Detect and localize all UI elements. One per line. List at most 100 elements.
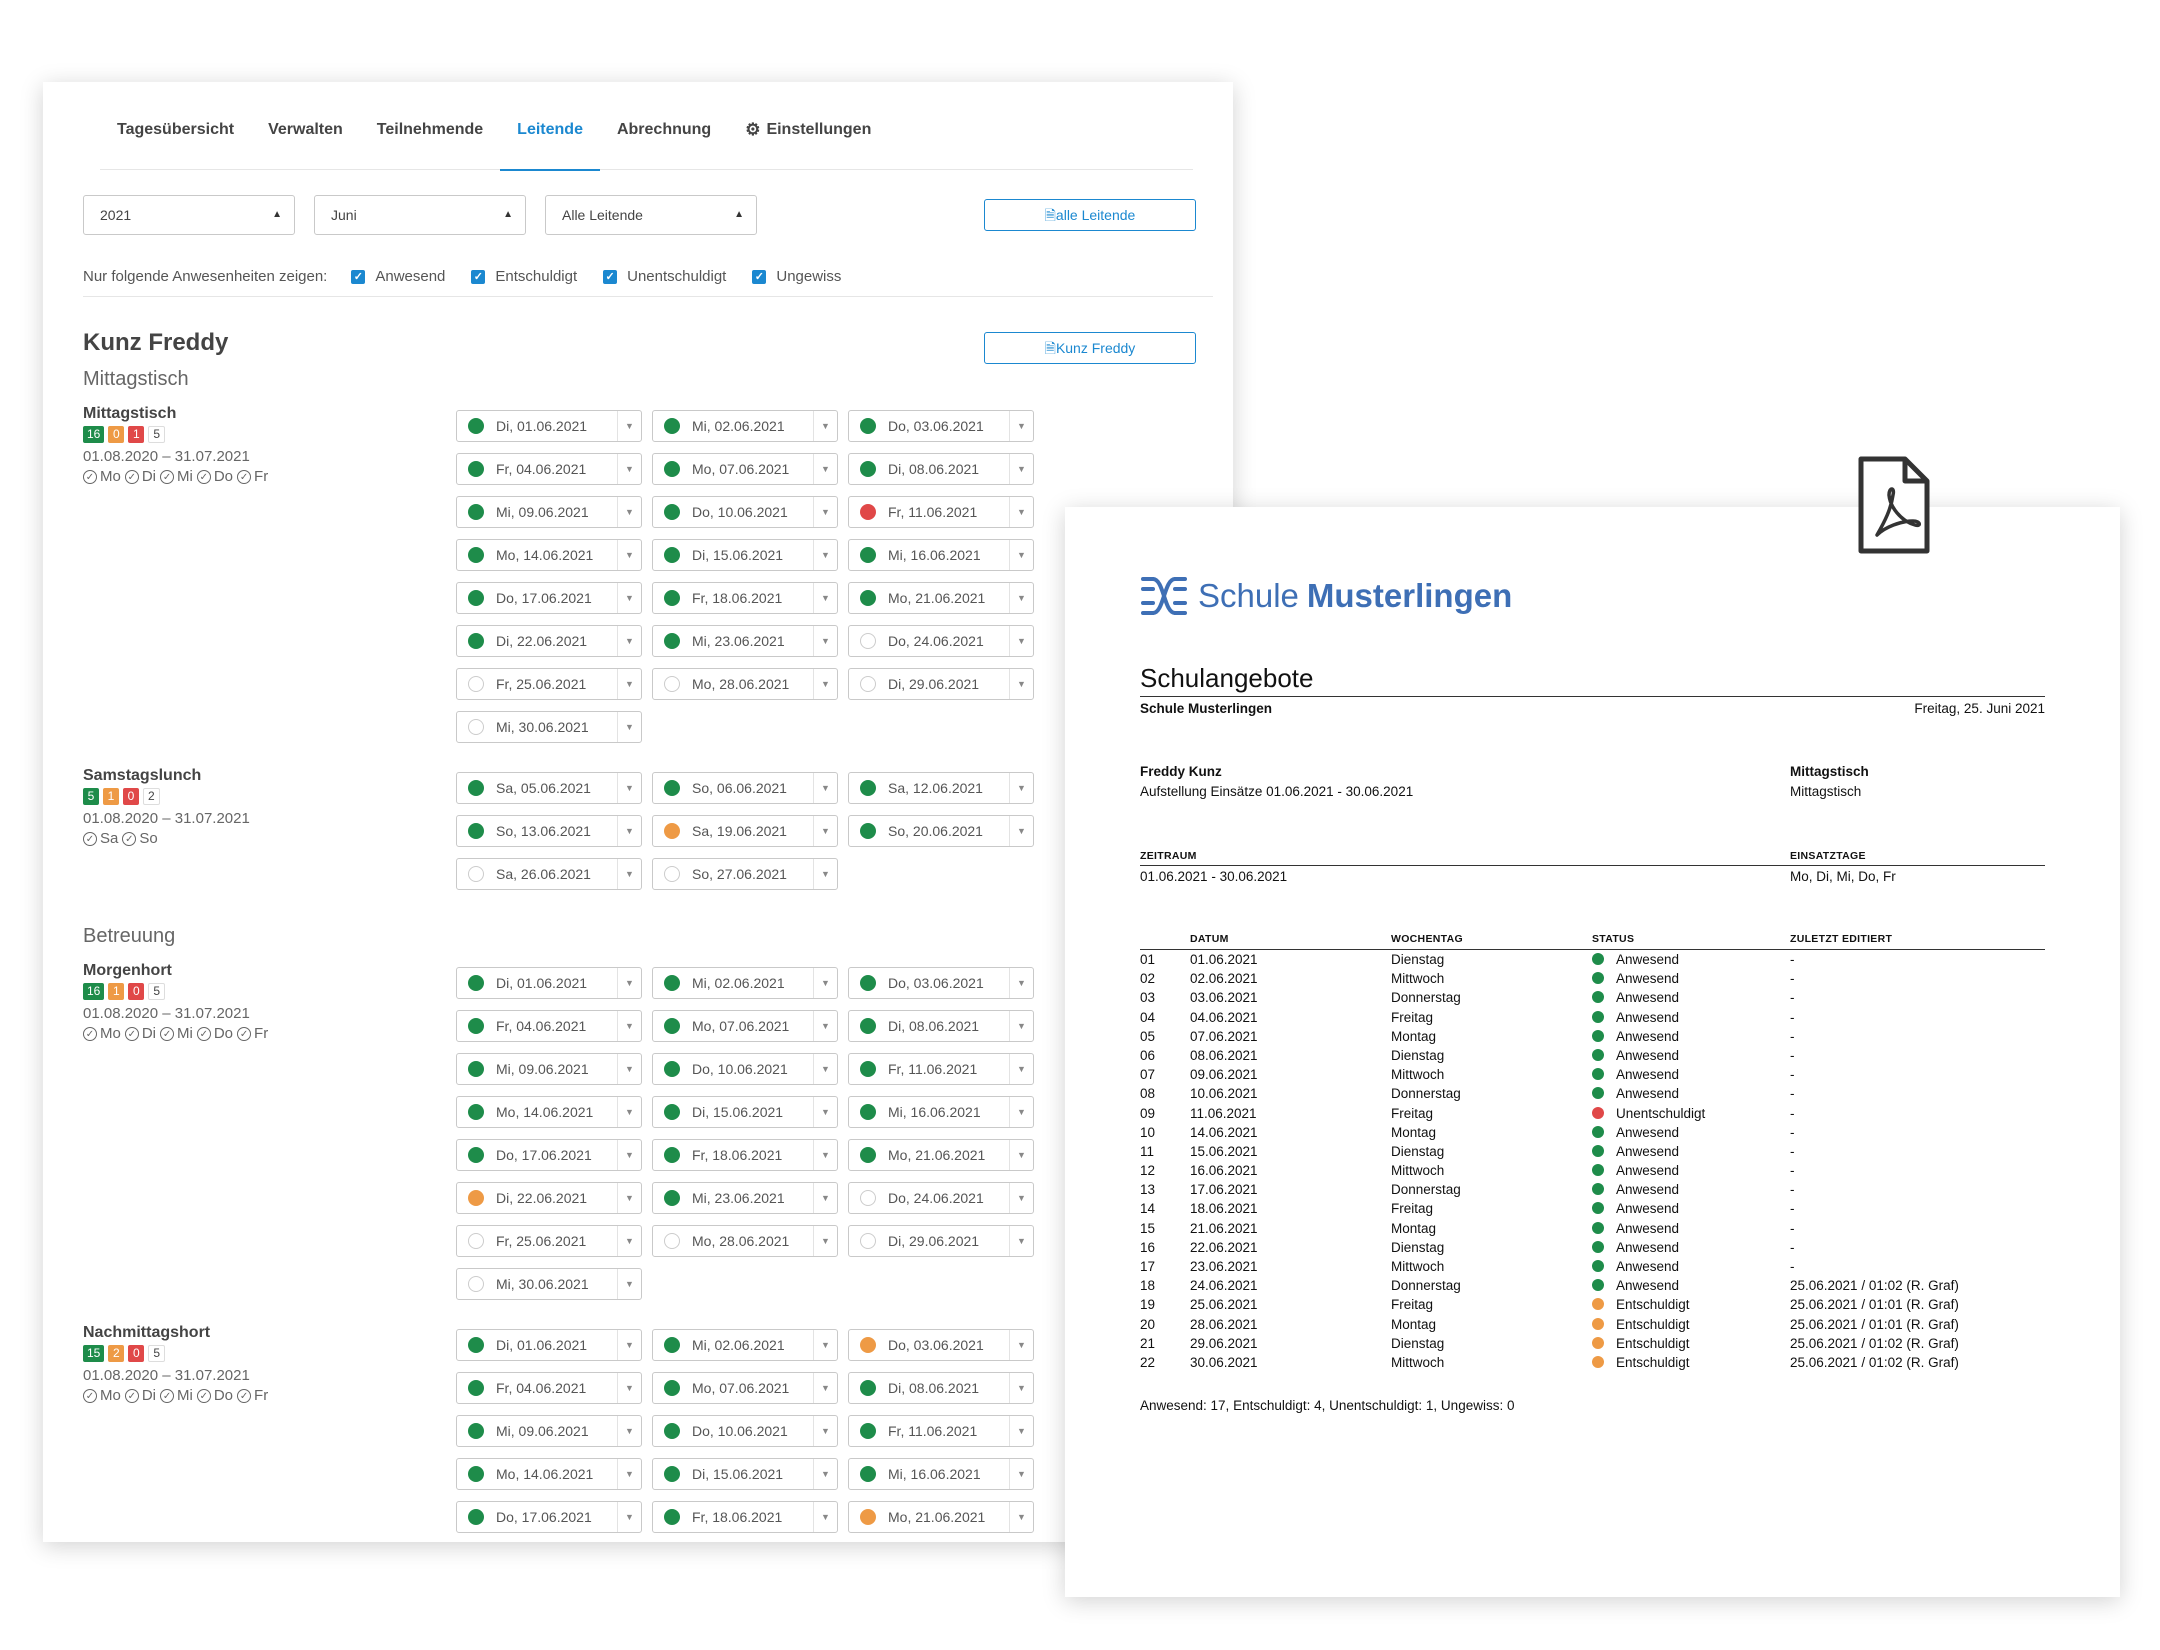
attendance-date-select[interactable]: Fr, 11.06.2021 ▼: [848, 1053, 1034, 1085]
row-status: Anwesend: [1592, 1029, 1679, 1044]
attendance-date-select[interactable]: Sa, 12.06.2021 ▼: [848, 772, 1034, 804]
chevron-down-icon: ▼: [1009, 1502, 1033, 1532]
tab-teilnehmende[interactable]: Teilnehmende: [360, 110, 500, 170]
attendance-date-select[interactable]: Mo, 21.06.2021 ▼: [848, 1501, 1034, 1533]
attendance-date-select[interactable]: Mo, 28.06.2021 ▼: [652, 1225, 838, 1257]
tab-tagesuebersicht[interactable]: Tagesübersicht: [100, 110, 251, 170]
title-divider: [1140, 696, 2045, 697]
tab-leitende[interactable]: Leitende: [500, 110, 600, 171]
tab-verwalten[interactable]: Verwalten: [251, 110, 360, 170]
attendance-date-select[interactable]: Mi, 02.06.2021 ▼: [652, 410, 838, 442]
attendance-date-select[interactable]: Di, 08.06.2021 ▼: [848, 1372, 1034, 1404]
attendance-date-select[interactable]: Fr, 18.06.2021 ▼: [652, 1501, 838, 1533]
status-dot-icon: [664, 866, 680, 882]
chevron-down-icon: ▼: [813, 454, 837, 484]
attendance-date-select[interactable]: Do, 03.06.2021 ▼: [848, 410, 1034, 442]
attendance-date-select[interactable]: So, 27.06.2021 ▼: [652, 858, 838, 890]
filter-checkbox-ungewiss[interactable]: ✓ Ungewiss: [752, 267, 841, 287]
attendance-date-select[interactable]: Di, 29.06.2021 ▼: [848, 1225, 1034, 1257]
status-dot-icon: [1592, 1279, 1604, 1292]
attendance-date-select[interactable]: Fr, 25.06.2021 ▼: [456, 1225, 642, 1257]
attendance-date-select[interactable]: Di, 15.06.2021 ▼: [652, 1458, 838, 1490]
status-dot-icon: [468, 975, 484, 991]
attendance-date-select[interactable]: Mi, 09.06.2021 ▼: [456, 496, 642, 528]
attendance-date-select[interactable]: Do, 17.06.2021 ▼: [456, 1139, 642, 1171]
weekday-label: Mi: [177, 1025, 193, 1042]
attendance-date-select[interactable]: Sa, 19.06.2021 ▼: [652, 815, 838, 847]
attendance-date-select[interactable]: Fr, 11.06.2021 ▼: [848, 496, 1034, 528]
attendance-date-select[interactable]: Di, 01.06.2021 ▼: [456, 967, 642, 999]
date-label: Fr, 11.06.2021: [888, 1061, 978, 1077]
attendance-date-select[interactable]: Fr, 18.06.2021 ▼: [652, 582, 838, 614]
attendance-date-select[interactable]: Fr, 18.06.2021 ▼: [652, 1139, 838, 1171]
attendance-date-select[interactable]: Mi, 09.06.2021 ▼: [456, 1415, 642, 1447]
weekday-label: Fr: [254, 1025, 269, 1042]
table-row: 03 03.06.2021 Donnerstag Anwesend -: [1140, 990, 2045, 1009]
attendance-date-select[interactable]: Mi, 16.06.2021 ▼: [848, 1096, 1034, 1128]
leader-select[interactable]: Alle Leitende ▲: [545, 195, 757, 235]
attendance-date-select[interactable]: Do, 03.06.2021 ▼: [848, 967, 1034, 999]
attendance-date-select[interactable]: Fr, 25.06.2021 ▼: [456, 668, 642, 700]
attendance-date-select[interactable]: Mo, 07.06.2021 ▼: [652, 1010, 838, 1042]
attendance-date-select[interactable]: Do, 17.06.2021 ▼: [456, 582, 642, 614]
attendance-date-select[interactable]: Mi, 30.06.2021 ▼: [456, 711, 642, 743]
attendance-date-select[interactable]: Mo, 28.06.2021 ▼: [652, 668, 838, 700]
attendance-date-select[interactable]: Fr, 04.06.2021 ▼: [456, 453, 642, 485]
attendance-date-select[interactable]: Mi, 02.06.2021 ▼: [652, 1329, 838, 1361]
attendance-date-select[interactable]: Do, 17.06.2021 ▼: [456, 1501, 642, 1533]
attendance-date-select[interactable]: Mi, 23.06.2021 ▼: [652, 1182, 838, 1214]
attendance-date-select[interactable]: Do, 24.06.2021 ▼: [848, 1182, 1034, 1214]
attendance-date-select[interactable]: Fr, 04.06.2021 ▼: [456, 1010, 642, 1042]
attendance-date-select[interactable]: Do, 03.06.2021 ▼: [848, 1329, 1034, 1361]
attendance-date-select[interactable]: Di, 01.06.2021 ▼: [456, 410, 642, 442]
attendance-date-select[interactable]: Di, 01.06.2021 ▼: [456, 1329, 642, 1361]
tab-abrechnung[interactable]: Abrechnung: [600, 110, 728, 170]
status-dot-icon: [664, 975, 680, 991]
attendance-date-select[interactable]: Mo, 07.06.2021 ▼: [652, 453, 838, 485]
filter-checkbox-anwesend[interactable]: ✓ Anwesend: [351, 267, 445, 287]
attendance-date-select[interactable]: Di, 29.06.2021 ▼: [848, 668, 1034, 700]
month-select[interactable]: Juni ▲: [314, 195, 526, 235]
attendance-date-select[interactable]: Do, 10.06.2021 ▼: [652, 1415, 838, 1447]
attendance-date-select[interactable]: Di, 22.06.2021 ▼: [456, 625, 642, 657]
attendance-date-select[interactable]: Di, 22.06.2021 ▼: [456, 1182, 642, 1214]
pdf-all-leaders-button[interactable]: 🗎alle Leitende: [984, 199, 1196, 231]
date-label: Do, 10.06.2021: [692, 1423, 788, 1439]
attendance-date-select[interactable]: Mo, 14.06.2021 ▼: [456, 1458, 642, 1490]
attendance-date-select[interactable]: Sa, 26.06.2021 ▼: [456, 858, 642, 890]
year-select[interactable]: 2021 ▲: [83, 195, 295, 235]
status-dot-icon: [664, 633, 680, 649]
row-status-label: Anwesend: [1616, 952, 1680, 967]
attendance-date-select[interactable]: Mi, 09.06.2021 ▼: [456, 1053, 642, 1085]
attendance-date-select[interactable]: Mo, 14.06.2021 ▼: [456, 539, 642, 571]
row-status-label: Anwesend: [1616, 1067, 1680, 1083]
attendance-date-select[interactable]: Mi, 02.06.2021 ▼: [652, 967, 838, 999]
status-count-badge: 0: [128, 983, 145, 1000]
attendance-date-select[interactable]: Mi, 23.06.2021 ▼: [652, 625, 838, 657]
attendance-date-select[interactable]: Mi, 16.06.2021 ▼: [848, 1458, 1034, 1490]
attendance-date-select[interactable]: Do, 10.06.2021 ▼: [652, 1053, 838, 1085]
pdf-person-button[interactable]: 🗎Kunz Freddy: [984, 332, 1196, 364]
attendance-date-select[interactable]: So, 20.06.2021 ▼: [848, 815, 1034, 847]
attendance-date-select[interactable]: Fr, 11.06.2021 ▼: [848, 1415, 1034, 1447]
attendance-date-select[interactable]: Mo, 21.06.2021 ▼: [848, 582, 1034, 614]
attendance-date-select[interactable]: Mi, 16.06.2021 ▼: [848, 539, 1034, 571]
attendance-date-select[interactable]: Sa, 05.06.2021 ▼: [456, 772, 642, 804]
attendance-date-select[interactable]: Mi, 30.06.2021 ▼: [456, 1268, 642, 1300]
attendance-date-select[interactable]: So, 13.06.2021 ▼: [456, 815, 642, 847]
attendance-date-select[interactable]: Fr, 04.06.2021 ▼: [456, 1372, 642, 1404]
filter-checkbox-unentschuldigt[interactable]: ✓ Unentschuldigt: [603, 267, 726, 287]
attendance-date-select[interactable]: Di, 08.06.2021 ▼: [848, 453, 1034, 485]
tab-einstellungen[interactable]: ⚙ Einstellungen: [728, 110, 888, 170]
attendance-date-select[interactable]: Mo, 14.06.2021 ▼: [456, 1096, 642, 1128]
filter-checkbox-entschuldigt[interactable]: ✓ Entschuldigt: [471, 267, 577, 287]
attendance-date-select[interactable]: Di, 08.06.2021 ▼: [848, 1010, 1034, 1042]
attendance-date-select[interactable]: Mo, 21.06.2021 ▼: [848, 1139, 1034, 1171]
attendance-date-select[interactable]: Di, 15.06.2021 ▼: [652, 539, 838, 571]
attendance-date-select[interactable]: Di, 15.06.2021 ▼: [652, 1096, 838, 1128]
date-label: Do, 10.06.2021: [692, 504, 788, 520]
attendance-date-select[interactable]: Mo, 07.06.2021 ▼: [652, 1372, 838, 1404]
attendance-date-select[interactable]: Do, 24.06.2021 ▼: [848, 625, 1034, 657]
attendance-date-select[interactable]: Do, 10.06.2021 ▼: [652, 496, 838, 528]
attendance-date-select[interactable]: So, 06.06.2021 ▼: [652, 772, 838, 804]
